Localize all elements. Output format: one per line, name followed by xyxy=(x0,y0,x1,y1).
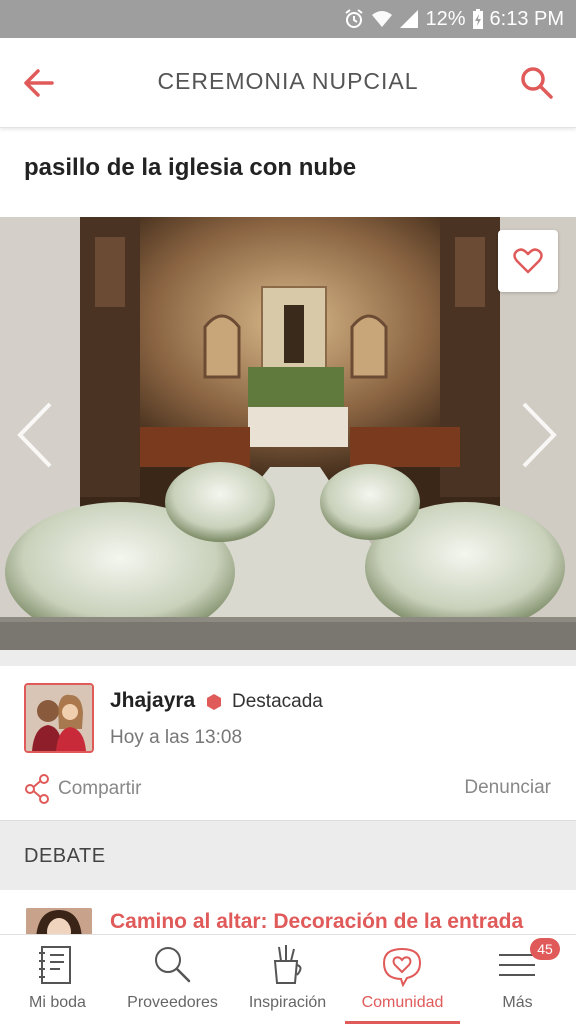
notebook-icon xyxy=(39,946,71,984)
nav-item-comunidad[interactable]: Comunidad xyxy=(345,935,460,1024)
author-avatar[interactable] xyxy=(24,683,94,753)
heart-chat-icon xyxy=(382,947,422,987)
chevron-left-icon xyxy=(17,402,52,468)
status-icons: 12% 6:13 PM xyxy=(343,6,564,32)
hexagon-badge-icon xyxy=(207,694,221,710)
wifi-icon xyxy=(372,11,393,27)
report-button[interactable]: Denunciar xyxy=(464,777,551,799)
pencil-cup-icon xyxy=(273,945,302,984)
app-bar: CEREMONIA NUPCIAL xyxy=(0,38,576,128)
nav-label-inspiracion: Inspiración xyxy=(248,994,327,1011)
debate-label: DEBATE xyxy=(24,845,106,867)
search-icon xyxy=(155,947,191,983)
alarm-icon xyxy=(345,9,364,28)
nav-label-mi-boda: Mi boda xyxy=(29,994,86,1011)
heart-outline-icon xyxy=(513,248,543,274)
favorite-button[interactable] xyxy=(498,230,558,292)
debate-section-header: DEBATE xyxy=(0,820,576,890)
notification-badge: 45 xyxy=(530,938,560,960)
page-title: CEREMONIA NUPCIAL xyxy=(157,68,419,94)
nav-label-proveedores: Proveedores xyxy=(127,994,218,1011)
post-timestamp: Hoy a las 13:08 xyxy=(110,727,243,748)
chevron-right-icon xyxy=(522,402,557,468)
nav-item-proveedores[interactable]: Proveedores xyxy=(115,935,230,1024)
battery-percent: 12% xyxy=(425,7,466,30)
nav-item-inspiracion[interactable]: Inspiración xyxy=(230,935,345,1024)
nav-label-mas: Más xyxy=(502,994,533,1011)
avatar-photo xyxy=(26,685,92,751)
search-button[interactable] xyxy=(518,64,556,102)
signal-icon xyxy=(400,10,419,28)
related-post-title[interactable]: Camino al altar: Decoración de la entrad… xyxy=(110,910,523,934)
post-photo[interactable] xyxy=(0,217,576,650)
next-photo-button[interactable] xyxy=(520,400,560,470)
nav-item-mi-boda[interactable]: Mi boda xyxy=(0,935,115,1024)
share-icon xyxy=(25,774,49,804)
previous-photo-button[interactable] xyxy=(14,400,54,470)
search-icon xyxy=(521,67,553,99)
bottom-navigation: Mi boda Proveedores Inspiración Comunida… xyxy=(0,934,576,1024)
divider xyxy=(0,650,576,666)
status-bar: 12% 6:13 PM xyxy=(0,0,576,38)
post-title: pasillo de la iglesia con nube xyxy=(24,154,357,181)
share-button[interactable]: Compartir xyxy=(24,773,141,805)
author-name[interactable]: Jhajayra xyxy=(110,689,195,713)
church-aisle-image xyxy=(0,217,576,650)
battery-charging-icon xyxy=(472,9,483,29)
share-label: Compartir xyxy=(58,778,142,799)
featured-badge: Destacada xyxy=(232,691,323,712)
status-time: 6:13 PM xyxy=(489,7,564,30)
nav-label-comunidad: Comunidad xyxy=(361,994,444,1011)
